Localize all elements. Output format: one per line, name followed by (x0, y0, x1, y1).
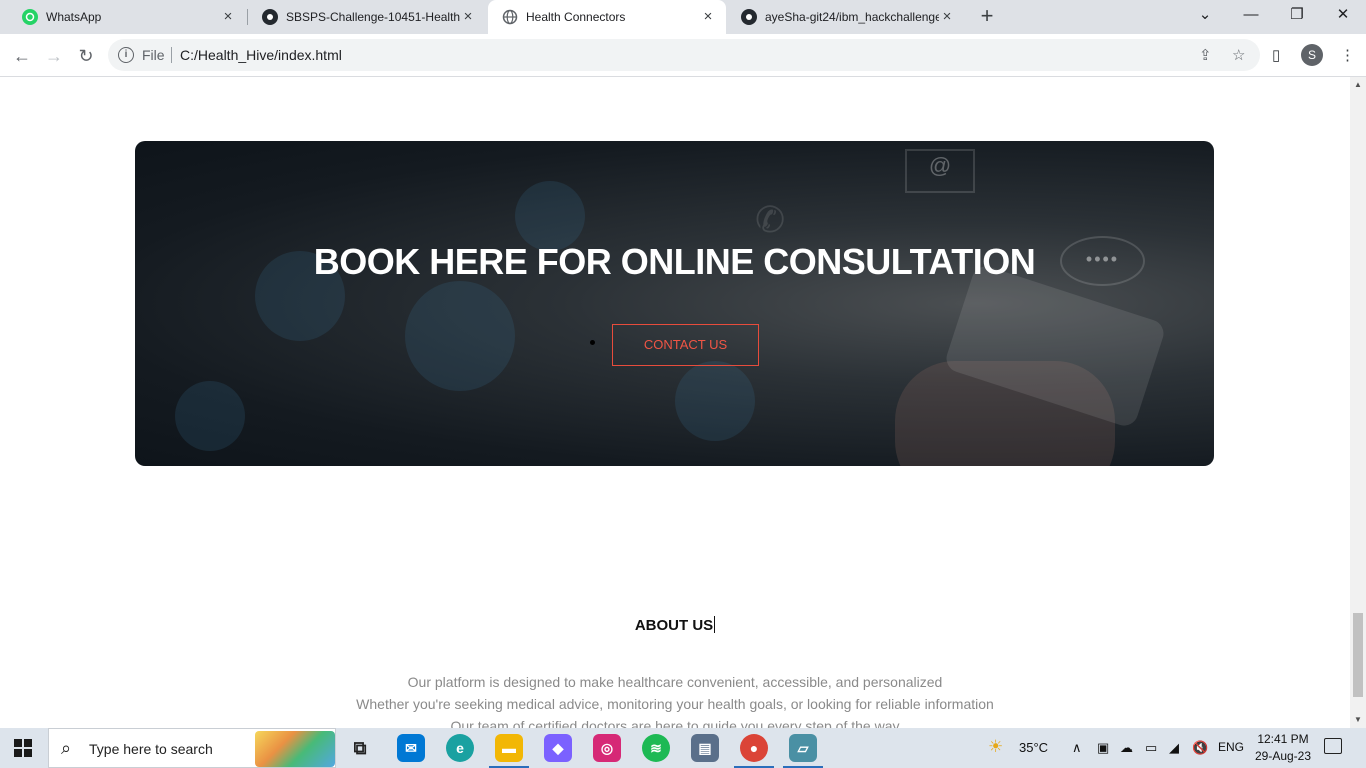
about-line: Our team of certified doctors are here t… (450, 718, 900, 728)
instagram-icon[interactable]: ◎ (593, 734, 621, 762)
taskbar-search-box[interactable]: ⌕ Type here to search (48, 728, 336, 768)
copilot-icon[interactable]: ◆ (544, 734, 572, 762)
scroll-down-arrow[interactable]: ▼ (1354, 715, 1362, 724)
about-us-text: Our platform is designed to make healthc… (0, 671, 1350, 728)
taskbar-clock[interactable]: 12:41 PM 29-Aug-23 (1250, 731, 1316, 765)
scrollbar-thumb[interactable] (1353, 613, 1363, 697)
tab-strip: WhatsApp × SBSPS-Challenge-10451-HealthC… (0, 0, 1366, 34)
profile-avatar[interactable]: S (1301, 44, 1323, 66)
about-line: Our platform is designed to make healthc… (407, 674, 943, 690)
meet-now-icon[interactable]: ▣ (1097, 740, 1109, 756)
language-indicator[interactable]: ENG (1218, 740, 1244, 754)
new-tab-button[interactable]: + (973, 4, 1001, 30)
clock-time: 12:41 PM (1257, 732, 1309, 746)
tab-health-connectors[interactable]: Health Connectors × (488, 0, 726, 34)
wifi-icon[interactable]: ◢ (1169, 740, 1179, 756)
onedrive-cloud-icon[interactable]: ☁ (1120, 740, 1133, 756)
tab-ibm-hackchallenge[interactable]: ayeSha-git24/ibm_hackchallenge × (727, 0, 965, 34)
banner-heading: BOOK HERE FOR ONLINE CONSULTATION (313, 241, 1036, 282)
tab-title: Health Connectors (526, 10, 626, 24)
show-hidden-icons-icon[interactable]: ∧ (1072, 740, 1082, 756)
bokeh-light (405, 281, 515, 391)
minimize-button[interactable]: — (1228, 0, 1274, 32)
bokeh-light (175, 381, 245, 451)
tab-sbsps[interactable]: SBSPS-Challenge-10451-HealthC × (248, 0, 486, 34)
bokeh-light (675, 361, 755, 441)
close-tab-icon[interactable]: × (220, 9, 236, 25)
text-cursor (714, 616, 716, 633)
share-icon[interactable]: ⇪ (1199, 46, 1212, 64)
globe-icon (502, 9, 518, 25)
forward-button[interactable]: → (41, 43, 67, 69)
tab-whatsapp[interactable]: WhatsApp × (8, 0, 246, 34)
side-panel-icon[interactable]: ▯ (1272, 46, 1280, 64)
github-icon (741, 9, 757, 25)
menu-kebab-icon[interactable]: ⋮ (1340, 46, 1355, 64)
close-tab-icon[interactable]: × (460, 9, 476, 25)
back-button[interactable]: ← (9, 43, 35, 69)
chrome-icon[interactable]: ● (734, 734, 774, 768)
page-scrollbar[interactable]: ▲ ▼ (1350, 77, 1366, 728)
scroll-up-arrow[interactable]: ▲ (1354, 80, 1362, 89)
address-bar[interactable]: i File C:/Health_Hive/index.html ⇪ ☆ (108, 39, 1260, 71)
search-placeholder: Type here to search (89, 741, 213, 757)
close-tab-icon[interactable]: × (700, 9, 716, 25)
info-icon[interactable]: i (118, 47, 134, 63)
bookmark-star-icon[interactable]: ☆ (1232, 46, 1245, 64)
contact-us-button[interactable]: CONTACT US (612, 324, 759, 366)
close-window-button[interactable]: ✕ (1320, 0, 1366, 32)
search-icon: ⌕ (61, 738, 72, 758)
tab-title: ayeSha-git24/ibm_hackchallenge (765, 10, 939, 24)
search-highlight-image (255, 731, 335, 767)
task-view-icon[interactable]: ⧉ (346, 734, 374, 762)
page-viewport: @ ✆ •••• BOOK HERE FOR ONLINE CONSULTATI… (0, 77, 1350, 728)
about-us-title-text: ABOUT US (634, 617, 714, 634)
reload-button[interactable]: ↻ (73, 43, 99, 69)
telephone-icon: ✆ (755, 199, 786, 240)
document-app-icon[interactable]: ▤ (691, 734, 719, 762)
notepad-icon[interactable]: ▱ (783, 734, 823, 768)
volume-muted-icon[interactable]: 🔇 (1192, 740, 1208, 756)
battery-icon[interactable]: ▭ (1145, 740, 1157, 756)
restore-button[interactable]: ❐ (1274, 0, 1320, 32)
tab-title: WhatsApp (46, 10, 102, 24)
consultation-banner: @ ✆ •••• BOOK HERE FOR ONLINE CONSULTATI… (135, 141, 1214, 466)
list-bullet (590, 340, 595, 345)
spotify-icon[interactable]: ≋ (642, 734, 670, 762)
windows-start-icon[interactable] (14, 739, 32, 757)
weather-temperature[interactable]: 35°C (1019, 740, 1048, 755)
clock-date: 29-Aug-23 (1254, 749, 1312, 763)
edge-icon[interactable]: e (446, 734, 474, 762)
tab-title: SBSPS-Challenge-10451-HealthC (286, 10, 460, 24)
about-line: Whether you're seeking medical advice, m… (356, 696, 994, 712)
about-us-heading: ABOUT US (0, 616, 1350, 634)
notification-center-icon[interactable] (1324, 738, 1342, 754)
mail-icon[interactable]: ✉ (397, 734, 425, 762)
windows-taskbar: ⌕ Type here to search ⧉ ✉ e ▬ ◆ ◎ ≋ ▤ ● … (0, 728, 1366, 768)
weather-sun-icon[interactable]: ☀ (988, 737, 1003, 757)
omnibox-divider (171, 47, 172, 63)
email-envelope-icon: @ (905, 149, 975, 193)
file-explorer-icon[interactable]: ▬ (489, 734, 529, 768)
tab-search-icon[interactable]: ⌄ (1182, 0, 1228, 32)
url-text[interactable]: C:/Health_Hive/index.html (180, 47, 342, 63)
close-tab-icon[interactable]: × (939, 9, 955, 25)
github-icon (262, 9, 278, 25)
whatsapp-icon (22, 9, 38, 25)
url-scheme: File (142, 47, 165, 63)
browser-toolbar: ← → ↻ i File C:/Health_Hive/index.html ⇪… (0, 34, 1366, 77)
